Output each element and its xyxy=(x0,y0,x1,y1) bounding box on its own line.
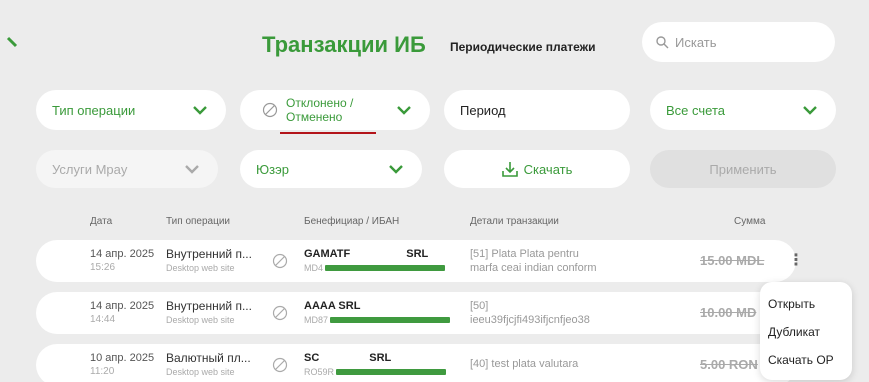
redaction-mask xyxy=(330,317,451,323)
accounts-select[interactable]: Все счета xyxy=(650,90,836,130)
service-select[interactable]: Услуги Mpay xyxy=(36,150,218,188)
status-underline xyxy=(280,132,376,134)
redaction-mask xyxy=(325,265,446,271)
column-header-details: Детали транзакции xyxy=(470,216,559,227)
search-input[interactable]: Искать xyxy=(642,22,835,62)
chevron-down-icon xyxy=(397,106,411,115)
menu-item-duplicate[interactable]: Дубликат xyxy=(760,318,852,346)
status-select[interactable]: Отклонено / Отменено xyxy=(240,90,430,134)
download-button[interactable]: Скачать xyxy=(444,150,630,188)
row-context-menu: Открыть Дубликат Скачать ОР xyxy=(760,282,852,380)
operation-type-label: Тип операции xyxy=(52,102,136,118)
period-field[interactable]: Период xyxy=(444,90,630,130)
row-beneficiary: AAAA SRL MD87 xyxy=(304,299,451,327)
chevron-down-icon xyxy=(389,165,403,174)
row-beneficiary: SC SRL RO59R xyxy=(304,351,447,379)
more-options-icon[interactable]: ⋮ xyxy=(788,250,804,270)
blocked-icon xyxy=(272,357,288,373)
column-header-amount: Сумма xyxy=(734,216,766,227)
apply-label: Применить xyxy=(709,161,777,177)
row-amount: 10.00 MD xyxy=(700,305,757,320)
status-label: Отклонено / Отменено xyxy=(286,96,354,124)
table-row[interactable]: 14 апр. 2025 15:26 Внутренний п... Deskt… xyxy=(36,240,804,282)
row-operation-type: Внутренний п... Desktop web site xyxy=(166,299,252,325)
row-beneficiary: GAMATF SRL MD4 xyxy=(304,247,446,275)
accounts-label: Все счета xyxy=(666,102,725,118)
row-date: 14 апр. 2025 14:44 xyxy=(90,300,155,325)
row-operation-type: Валютный пл... Desktop web site xyxy=(166,351,251,377)
user-label: Юзэр xyxy=(256,161,289,177)
row-details: [50] ieeu39fjcjfi493ifjcnfjeo38 xyxy=(470,300,590,326)
table-row[interactable]: 10 апр. 2025 11:20 Валютный пл... Deskto… xyxy=(36,344,796,382)
row-details: [51] Plata Plata pentru marfa ceai india… xyxy=(470,248,597,274)
download-icon xyxy=(501,161,518,177)
chevron-down-icon xyxy=(803,106,817,115)
tab-periodic-payments[interactable]: Периодические платежи xyxy=(450,40,596,54)
table-row[interactable]: 14 апр. 2025 14:44 Внутренний п... Deskt… xyxy=(36,292,796,334)
chevron-down-icon xyxy=(193,106,207,115)
period-label: Период xyxy=(460,102,506,118)
search-icon xyxy=(656,35,669,49)
row-date: 14 апр. 2025 15:26 xyxy=(90,248,155,273)
row-date: 10 апр. 2025 11:20 xyxy=(90,352,155,377)
search-placeholder: Искать xyxy=(675,34,717,50)
page-title: Транзакции ИБ xyxy=(262,32,426,57)
row-amount: 5.00 RON xyxy=(700,357,758,372)
redaction-mask xyxy=(336,369,447,375)
column-header-date: Дата xyxy=(90,216,113,227)
column-header-beneficiary: Бенефициар / ИБАН xyxy=(304,216,400,227)
apply-button[interactable]: Применить xyxy=(650,150,836,188)
row-operation-type: Внутренний п... Desktop web site xyxy=(166,247,252,273)
blocked-icon xyxy=(262,102,278,118)
operation-type-select[interactable]: Тип операции xyxy=(36,90,226,130)
back-chevron-icon[interactable] xyxy=(6,36,20,56)
blocked-icon xyxy=(272,305,288,321)
row-details: [40] test plata valutara xyxy=(470,358,579,370)
column-header-operation-type: Тип операции xyxy=(166,216,231,227)
transactions-page: Транзакции ИБ Периодические платежи Иска… xyxy=(0,0,869,382)
menu-item-download-op[interactable]: Скачать ОР xyxy=(760,346,852,374)
menu-item-open[interactable]: Открыть xyxy=(760,290,852,318)
chevron-down-icon xyxy=(185,165,199,174)
user-select[interactable]: Юзэр xyxy=(240,150,422,188)
blocked-icon xyxy=(272,253,288,269)
download-label: Скачать xyxy=(523,161,573,177)
row-amount: 15.00 MDL xyxy=(700,253,765,268)
service-label: Услуги Mpay xyxy=(52,161,128,177)
